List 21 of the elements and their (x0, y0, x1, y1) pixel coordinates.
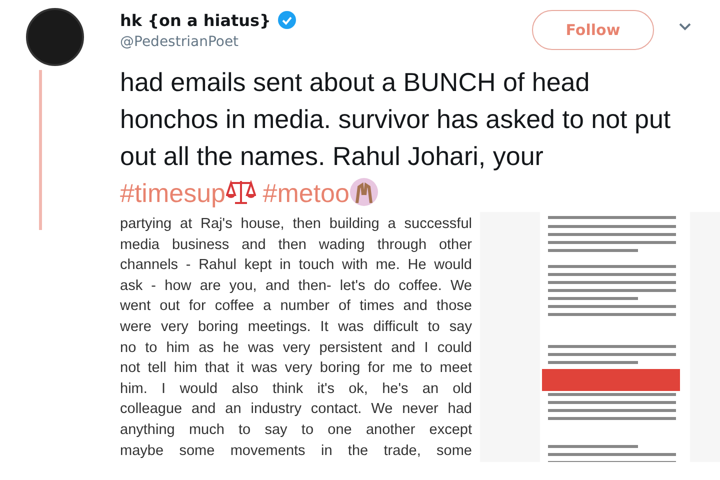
author-name: hk {on a hiatus} (120, 10, 271, 30)
hashtag-link[interactable]: #metoo (262, 178, 380, 208)
document-text-line: not tell him that it was very boring for me to meet (120, 359, 472, 378)
follow-button[interactable]: Follow (532, 10, 654, 50)
document-text-line: partying at Raj's house, then building a successful (120, 215, 472, 234)
document-text-line: were very boring meetings. It was difficult to say (120, 318, 472, 337)
raised-hands-icon (349, 177, 380, 207)
document-text-line: colleague and an industry contact. We never had (120, 400, 472, 420)
document-text-line: him. I would also think it's ok, he's an old (120, 380, 472, 399)
scales-icon (226, 178, 256, 206)
tweet-text: had emails sent about a BUNCH of head honchos in media. survivor has asked to not put out all the names. Rahul Johari, your #timesup #metoo (120, 66, 672, 210)
author-handle: @PedestrianPoet (120, 34, 240, 50)
hashtag-link[interactable]: #timesup (120, 178, 256, 208)
document-text-line: went out for coffee a number of times and those (120, 297, 472, 316)
document-text-line: no to him as he was very persistent and I could (120, 338, 472, 358)
document-text-line: channels - Rahul kept in touch with me. He would (120, 256, 472, 276)
document-text-line: maybe some movements in the trade, some (120, 442, 472, 461)
chevron-icon[interactable] (678, 22, 692, 32)
document-text-line: ask - how are you, and then- let's do coffee. We (120, 276, 472, 296)
document-text-line: anything much to say to one another except (120, 420, 472, 440)
document-text-line: media business and then wading through other (120, 236, 472, 255)
